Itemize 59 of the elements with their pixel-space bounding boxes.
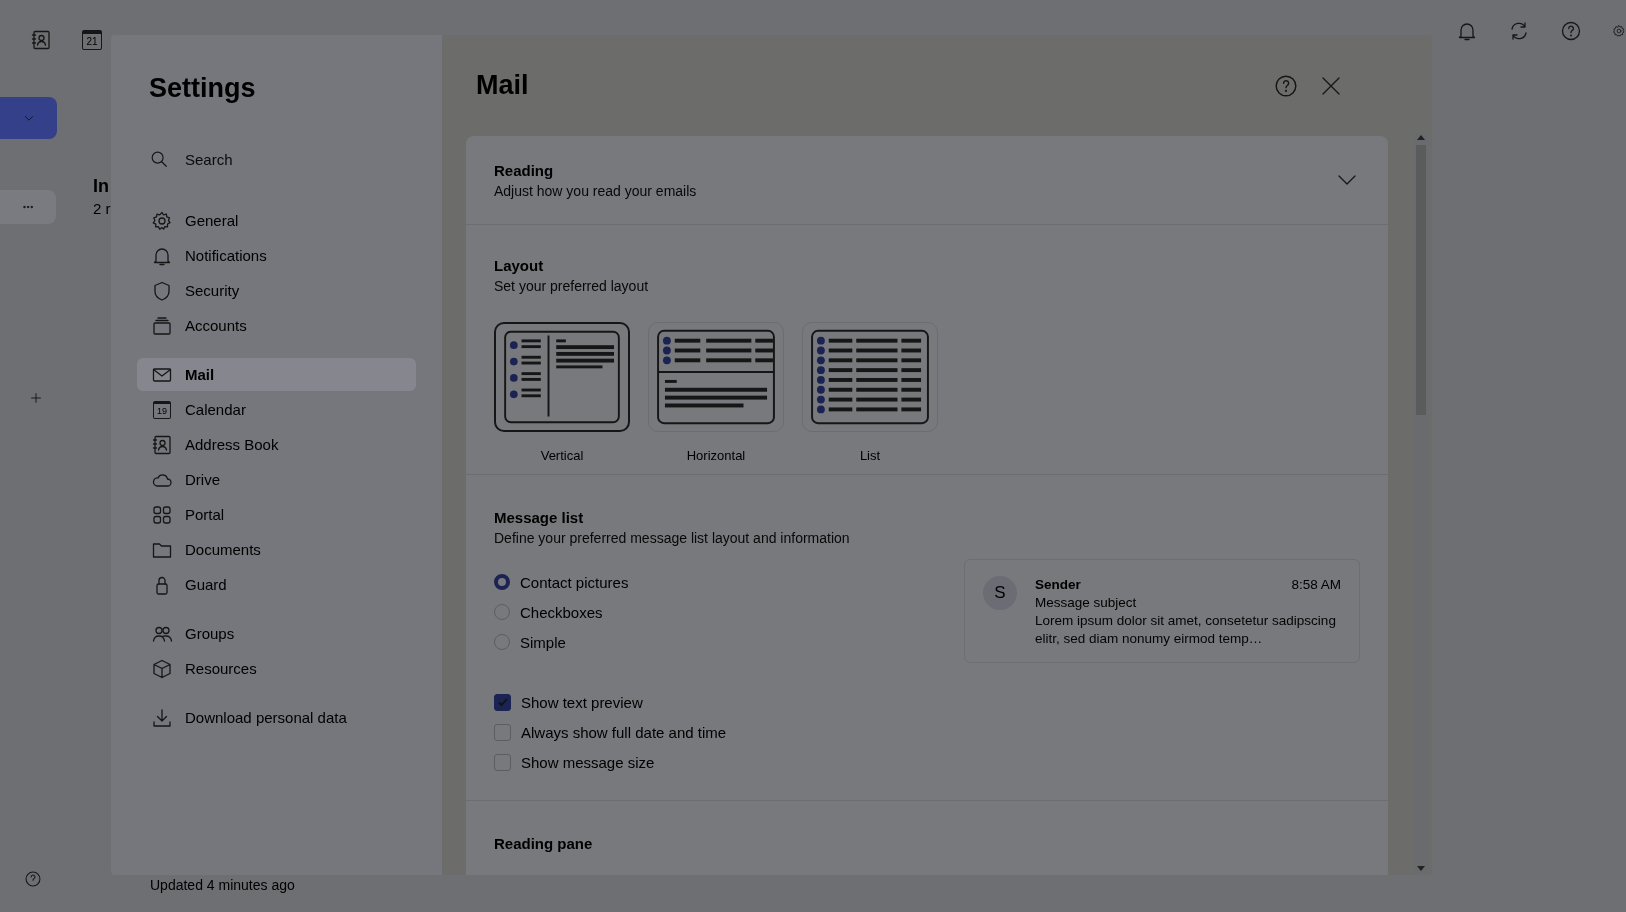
section-description: Define your preferred message list layout and information — [494, 530, 851, 546]
message-subject: Message subject — [1035, 594, 1138, 612]
section-title: Layout — [494, 257, 545, 274]
bell-icon — [1456, 20, 1478, 42]
settings-nav-item[interactable]: Accounts — [137, 309, 416, 342]
contact-card-icon — [151, 433, 173, 456]
settings-nav-item[interactable]: Guard — [137, 568, 416, 601]
settings-nav-item[interactable]: Drive — [137, 463, 416, 496]
radio-option[interactable]: Simple — [494, 630, 964, 654]
layout-option[interactable]: List — [802, 322, 938, 463]
stack-icon — [151, 314, 173, 337]
page-title: Mail — [476, 70, 529, 101]
plus-icon — [28, 390, 44, 406]
settings-nav-item[interactable]: Security — [137, 274, 416, 307]
settings-title: Settings — [149, 73, 257, 104]
section-title: Reading pane — [494, 835, 594, 852]
settings-nav-item[interactable]: Groups — [137, 617, 416, 650]
calendar-icon[interactable]: 21 — [82, 30, 102, 50]
settings-nav-item[interactable]: Portal — [137, 498, 416, 531]
status-text: Updated 4 minutes ago — [150, 877, 295, 893]
contact-card-icon — [30, 29, 52, 51]
section-title: Reading — [494, 161, 555, 179]
settings-nav-item[interactable]: General — [137, 204, 416, 237]
gear-icon — [151, 209, 173, 232]
sender-name: Sender — [1035, 576, 1081, 594]
section-description: Adjust how you read your emails — [494, 182, 697, 199]
settings-nav-item[interactable]: Resources — [137, 652, 416, 685]
help-icon — [1560, 20, 1582, 42]
folder-title: In — [93, 176, 110, 197]
cube-icon — [151, 657, 173, 680]
folder-count: 2 r — [93, 200, 111, 217]
settings-nav-item[interactable]: Address Book — [137, 428, 416, 461]
scrollbar[interactable] — [1414, 133, 1428, 873]
calendar-icon: 19 — [153, 400, 171, 419]
help-icon — [1274, 73, 1298, 98]
checkbox-option[interactable]: Show message size — [494, 750, 964, 774]
shield-icon — [151, 279, 173, 302]
radio-option[interactable]: Checkboxes — [494, 600, 964, 624]
help-icon — [24, 870, 42, 888]
section-title: Message list — [494, 509, 585, 526]
checkbox-option[interactable]: Always show full date and time — [494, 720, 964, 744]
settings-nav-item[interactable]: Documents — [137, 533, 416, 566]
help-button[interactable] — [1274, 73, 1298, 98]
radio-option[interactable]: Contact pictures — [494, 570, 964, 594]
settings-nav-item[interactable]: Mail — [137, 358, 416, 391]
check-icon — [496, 696, 509, 708]
message-time: 8:58 AM — [1291, 576, 1341, 594]
checkbox-option[interactable]: Show text preview — [494, 690, 964, 714]
search-icon — [149, 149, 169, 169]
layout-option[interactable]: Horizontal — [648, 322, 784, 463]
settings-nav-item[interactable]: 19 Calendar — [137, 393, 416, 426]
search-field[interactable]: Search — [183, 149, 387, 169]
settings-nav-item[interactable]: Download personal data — [137, 701, 416, 734]
avatar: S — [983, 576, 1017, 610]
layout-option[interactable]: Vertical — [494, 322, 630, 463]
grid-icon — [151, 503, 173, 526]
settings-nav-item[interactable]: Notifications — [137, 239, 416, 272]
message-snippet: Lorem ipsum dolor sit amet, consetetur sadipscing elitr, sed diam nonumy eirmod temp… — [1035, 612, 1337, 648]
section-description: Set your preferred layout — [494, 278, 650, 294]
